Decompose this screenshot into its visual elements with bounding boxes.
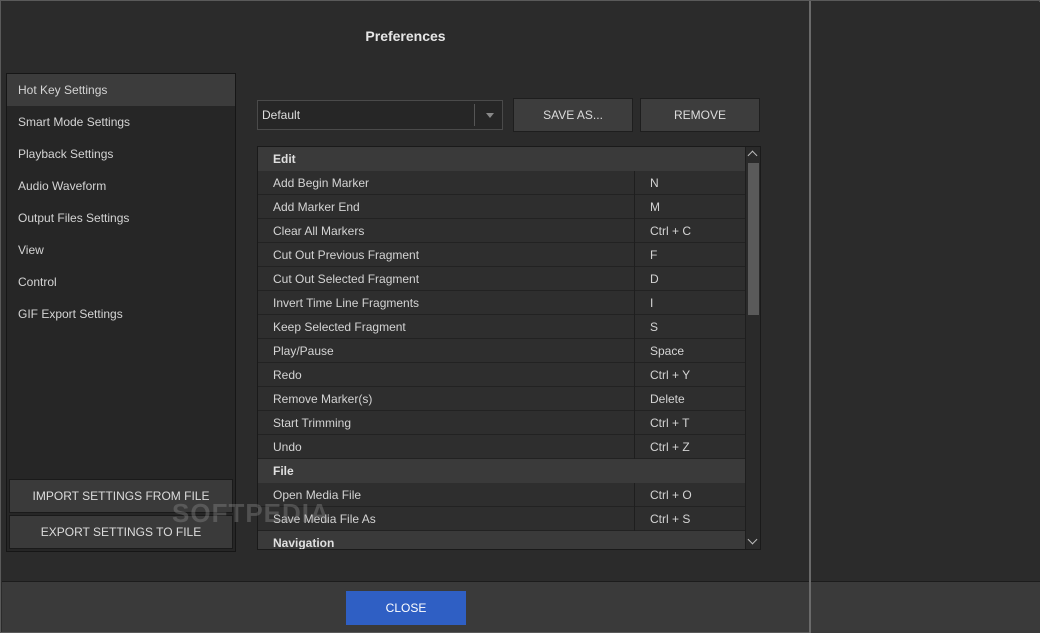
hotkey-command: Remove Marker(s) xyxy=(273,392,373,406)
hotkey-key-cell[interactable]: Ctrl + Y xyxy=(634,363,745,387)
hotkey-row[interactable]: Redo Ctrl + Y xyxy=(258,363,745,387)
hotkey-command: Open Media File xyxy=(273,488,362,502)
hotkey-command: Keep Selected Fragment xyxy=(273,320,406,334)
dialog-footer: CLOSE xyxy=(2,581,809,632)
export-settings-button[interactable]: EXPORT SETTINGS TO FILE xyxy=(9,515,233,549)
hotkey-key-cell[interactable]: Space xyxy=(634,339,745,363)
hotkey-rows: Edit Add Begin Marker N Add Marker End M Clea… xyxy=(258,147,745,549)
import-settings-button[interactable]: IMPORT SETTINGS FROM FILE xyxy=(9,479,233,513)
sidebar-item-hot-key-settings[interactable]: Hot Key Settings xyxy=(7,74,235,106)
hotkey-command: Add Marker End xyxy=(273,200,360,214)
sidebar-item-audio-waveform[interactable]: Audio Waveform xyxy=(7,170,235,202)
scroll-down-icon[interactable] xyxy=(746,535,760,549)
hotkey-key-cell[interactable]: D xyxy=(634,267,745,291)
dialog-title: Preferences xyxy=(365,28,446,44)
hotkey-key-cell[interactable]: S xyxy=(634,315,745,339)
right-pane xyxy=(811,2,1040,632)
right-pane-footer xyxy=(811,581,1040,633)
hotkey-key-cell[interactable]: Ctrl + S xyxy=(634,507,745,531)
hotkey-key-cell[interactable]: M xyxy=(634,195,745,219)
hotkey-command: Start Trimming xyxy=(273,416,352,430)
preferences-dialog: Preferences Hot Key Settings Smart Mode S… xyxy=(2,2,809,632)
preset-dropdown-value: Default xyxy=(262,108,301,122)
hotkey-row[interactable]: Keep Selected Fragment S xyxy=(258,315,745,339)
hotkey-row[interactable]: Save Media File As Ctrl + S xyxy=(258,507,745,531)
sidebar-item-smart-mode-settings[interactable]: Smart Mode Settings xyxy=(7,106,235,138)
hotkey-row[interactable]: Play/Pause Space xyxy=(258,339,745,363)
hotkey-key-cell[interactable]: Ctrl + C xyxy=(634,219,745,243)
hotkey-row[interactable]: Add Begin Marker N xyxy=(258,171,745,195)
hotkey-row[interactable]: Add Marker End M xyxy=(258,195,745,219)
hotkey-row[interactable]: Start Trimming Ctrl + T xyxy=(258,411,745,435)
dropdown-divider xyxy=(474,104,475,126)
chevron-down-icon[interactable] xyxy=(486,113,494,118)
hotkey-table: Edit Add Begin Marker N Add Marker End M Clea… xyxy=(257,146,761,550)
hotkey-row[interactable]: Clear All Markers Ctrl + C xyxy=(258,219,745,243)
hotkey-command: Redo xyxy=(273,368,302,382)
save-as-button[interactable]: SAVE AS... xyxy=(513,98,633,132)
hotkey-key-cell[interactable]: F xyxy=(634,243,745,267)
hotkey-key-cell[interactable]: Ctrl + T xyxy=(634,411,745,435)
app-window: Preferences Hot Key Settings Smart Mode S… xyxy=(0,0,1040,633)
hotkey-row[interactable]: Undo Ctrl + Z xyxy=(258,435,745,459)
remove-button[interactable]: REMOVE xyxy=(640,98,760,132)
hotkey-row[interactable]: Cut Out Selected Fragment D xyxy=(258,267,745,291)
hotkey-command: Cut Out Previous Fragment xyxy=(273,248,420,262)
hotkey-key-cell[interactable]: Ctrl + Z xyxy=(634,435,745,459)
sidebar-item-output-files-settings[interactable]: Output Files Settings xyxy=(7,202,235,234)
hotkey-row[interactable]: Cut Out Previous Fragment F xyxy=(258,243,745,267)
scrollbar-thumb[interactable] xyxy=(748,163,759,315)
sidebar-item-playback-settings[interactable]: Playback Settings xyxy=(7,138,235,170)
preset-dropdown[interactable]: Default xyxy=(257,100,503,130)
vertical-scrollbar[interactable] xyxy=(745,147,760,549)
hotkey-row[interactable]: Remove Marker(s) Delete xyxy=(258,387,745,411)
group-header-file: File xyxy=(258,459,745,483)
sidebar-item-control[interactable]: Control xyxy=(7,266,235,298)
hotkey-command: Save Media File As xyxy=(273,512,376,526)
hotkey-row[interactable]: Open Media File Ctrl + O xyxy=(258,483,745,507)
group-header-edit: Edit xyxy=(258,147,745,171)
close-button[interactable]: CLOSE xyxy=(346,591,466,625)
hotkey-command: Undo xyxy=(273,440,302,454)
hotkey-row[interactable]: Invert Time Line Fragments I xyxy=(258,291,745,315)
hotkey-command: Add Begin Marker xyxy=(273,176,370,190)
preferences-sidebar: Hot Key Settings Smart Mode Settings Playb… xyxy=(6,73,236,552)
scroll-up-icon[interactable] xyxy=(746,147,760,161)
sidebar-item-view[interactable]: View xyxy=(7,234,235,266)
hotkey-command: Clear All Markers xyxy=(273,224,365,238)
hotkey-command: Play/Pause xyxy=(273,344,334,358)
hotkey-key-cell[interactable]: N xyxy=(634,171,745,195)
hotkey-key-cell[interactable]: I xyxy=(634,291,745,315)
sidebar-list: Hot Key Settings Smart Mode Settings Playb… xyxy=(7,74,235,330)
hotkey-key-cell[interactable]: Ctrl + O xyxy=(634,483,745,507)
hotkey-command: Invert Time Line Fragments xyxy=(273,296,420,310)
hotkey-command: Cut Out Selected Fragment xyxy=(273,272,420,286)
hotkey-key-cell[interactable]: Delete xyxy=(634,387,745,411)
group-header-navigation: Navigation xyxy=(258,531,745,549)
sidebar-item-gif-export-settings[interactable]: GIF Export Settings xyxy=(7,298,235,330)
